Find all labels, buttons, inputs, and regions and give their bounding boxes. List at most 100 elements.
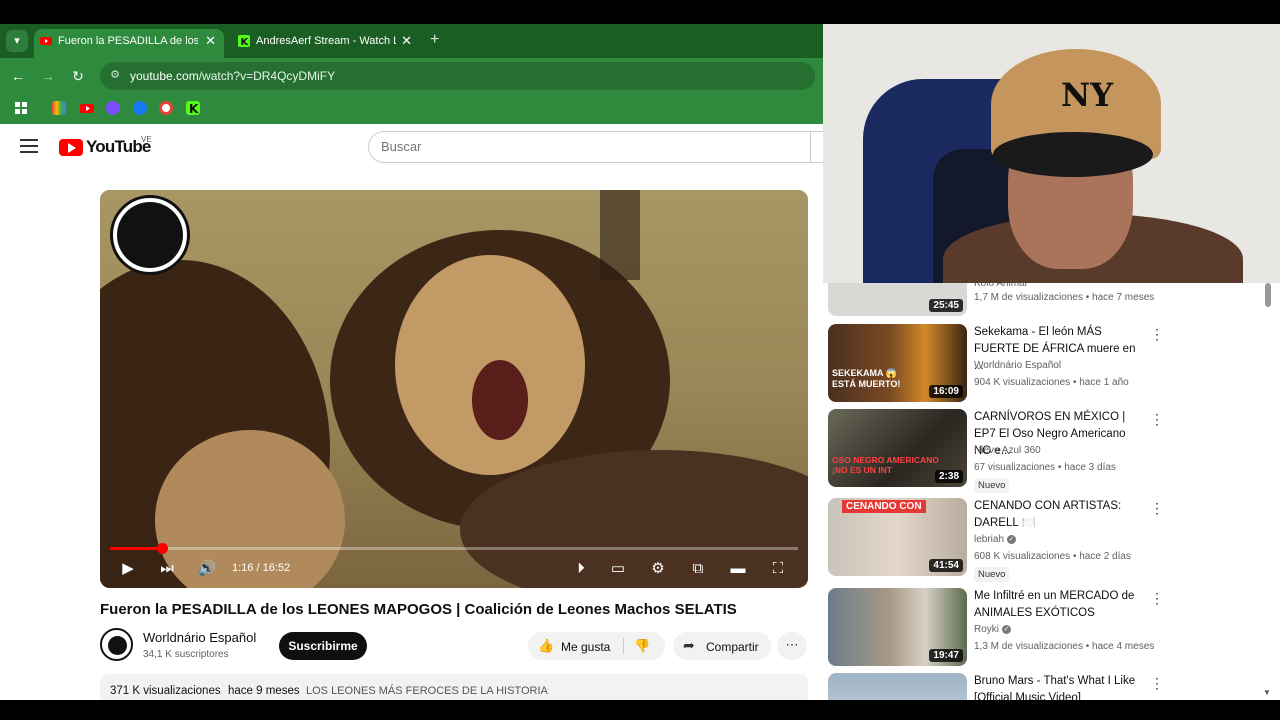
autoplay-toggle[interactable]: ⏵	[566, 558, 596, 580]
forward-arrow-icon[interactable]: →	[38, 66, 58, 86]
url-host: youtube.com	[130, 69, 199, 83]
svg-text:K: K	[189, 102, 199, 115]
play-icon[interactable]: ▶	[117, 558, 139, 580]
search-input[interactable]	[381, 139, 781, 154]
view-count: 371 K visualizaciones	[110, 685, 221, 697]
video-player[interactable]: ▶ ⏭ 🔊 1:16 / 16:52 ⏵ ▭ ⚙ ⧉ ▬ ⛶	[100, 190, 808, 588]
video-thumbnail[interactable]: OSO NEGRO AMERICANO ¡NO ES UN INT 2:38	[828, 409, 967, 487]
apps-grid-icon[interactable]	[14, 101, 28, 115]
progress-scrubber[interactable]	[156, 543, 168, 554]
video-stats: 904 K visualizaciones • hace 1 año	[974, 377, 1129, 388]
webcam-overlay: NY	[823, 24, 1280, 283]
channel-name[interactable]: Royki ✓	[974, 624, 1012, 635]
channel-name[interactable]: Worldnário Español	[974, 360, 1061, 371]
new-tab-button[interactable]: +	[430, 29, 439, 51]
kebab-menu-icon[interactable]: ⋮	[1150, 411, 1164, 428]
theater-mode-icon[interactable]: ▬	[727, 558, 749, 580]
miniplayer-icon[interactable]: ⧉	[687, 558, 709, 580]
like-divider	[623, 638, 624, 654]
list-item[interactable]: Bruno Mars - That's What I Like [Officia…	[828, 673, 1268, 700]
url-text[interactable]: youtube.com/watch?v=DR4QcyDMiFY	[130, 69, 335, 83]
publish-date: hace 9 meses	[228, 685, 300, 697]
youtube-bookmark-icon[interactable]	[80, 101, 94, 115]
thumbs-down-icon[interactable]: 👎	[634, 638, 650, 654]
thumbnail-text: SEKEKAMA 😱 ESTÁ MUERTO!	[832, 368, 901, 389]
kick-favicon-icon: K	[238, 35, 250, 47]
bookmarks-bar: K	[0, 94, 823, 124]
gmail-bookmark-icon[interactable]	[52, 101, 66, 115]
subscribe-button[interactable]: Suscribirme	[279, 632, 367, 660]
scroll-down-arrow-icon[interactable]: ▼	[1263, 688, 1271, 697]
share-arrow-icon: ➦	[683, 637, 695, 653]
tab-kick-stream[interactable]: K AndresAerf Stream - Watch Live ✕	[232, 29, 420, 58]
video-stats: 67 visualizaciones • hace 3 días	[974, 462, 1116, 473]
youtube-logo-icon[interactable]	[59, 139, 83, 156]
browser-toolbar: ← → ↻ ⚙ youtube.com/watch?v=DR4QcyDMiFY	[0, 58, 823, 94]
video-title[interactable]: Me Infiltré en un MERCADO de ANIMALES EX…	[974, 588, 1144, 622]
channel-name-text: lebriah	[974, 534, 1005, 545]
video-title[interactable]: Bruno Mars - That's What I Like [Officia…	[974, 673, 1144, 700]
search-box[interactable]	[368, 131, 823, 163]
fullscreen-icon[interactable]: ⛶	[767, 558, 789, 580]
next-icon[interactable]: ⏭	[156, 558, 178, 580]
volume-icon[interactable]: 🔊	[196, 558, 218, 580]
more-actions-icon[interactable]: ⋯	[777, 632, 807, 660]
close-tab-icon[interactable]: ✕	[205, 29, 216, 53]
twitch-bookmark-icon[interactable]	[106, 101, 120, 115]
cap-logo: NY	[1061, 76, 1114, 114]
close-tab-icon[interactable]: ✕	[401, 29, 412, 53]
thumbs-up-icon[interactable]: 👍	[538, 638, 554, 654]
share-button[interactable]: ➦ Compartir	[673, 632, 771, 660]
thumbnail-text: CENANDO CON	[842, 500, 926, 513]
video-thumbnail[interactable]: CENANDO CON 41:54	[828, 498, 967, 576]
settings-gear-icon[interactable]: ⚙	[647, 558, 669, 580]
verified-check-icon: ✓	[1002, 624, 1012, 634]
duration-badge: 16:09	[929, 385, 963, 398]
video-thumbnail[interactable]: SEKEKAMA 😱 ESTÁ MUERTO! 16:09	[828, 324, 967, 402]
progress-bar[interactable]	[110, 543, 798, 554]
kebab-menu-icon[interactable]: ⋮	[1150, 326, 1164, 343]
back-arrow-icon[interactable]: ←	[8, 66, 28, 86]
tab-youtube[interactable]: Fueron la PESADILLA de los LEONES ✕	[34, 29, 224, 58]
kebab-menu-icon[interactable]: ⋮	[1150, 675, 1164, 692]
video-stats: 608 K visualizaciones • hace 2 días	[974, 551, 1131, 562]
list-item[interactable]: CENANDO CON 41:54 CENANDO CON ARTISTAS: …	[828, 498, 1268, 582]
video-title[interactable]: CENANDO CON ARTISTAS: DARELL 🍽️	[974, 498, 1144, 532]
list-item[interactable]: OSO NEGRO AMERICANO ¡NO ES UN INT 2:38 C…	[828, 409, 1268, 493]
kebab-menu-icon[interactable]: ⋮	[1150, 500, 1164, 517]
channel-avatar[interactable]	[100, 628, 133, 661]
kick-bookmark-icon[interactable]: K	[186, 101, 200, 115]
channel-name[interactable]: Nieve Azul 360	[974, 445, 1041, 456]
google-bookmark-icon[interactable]	[159, 101, 173, 115]
top-letterbox	[0, 0, 1280, 24]
like-button[interactable]: Me gusta	[561, 640, 610, 654]
screen: ▾ Fueron la PESADILLA de los LEONES ✕ K …	[0, 0, 1280, 720]
hamburger-menu-icon[interactable]	[20, 139, 38, 155]
subscriber-count: 34,1 K suscriptores	[143, 649, 229, 660]
duration-badge: 41:54	[929, 559, 963, 572]
tab-label: AndresAerf Stream - Watch Live	[256, 35, 396, 47]
video-stats: 1,3 M de visualizaciones • hace 4 meses	[974, 641, 1155, 652]
address-bar[interactable]: ⚙ youtube.com/watch?v=DR4QcyDMiFY	[100, 62, 815, 90]
facebook-bookmark-icon[interactable]	[133, 101, 147, 115]
tab-search-icon[interactable]: ▾	[6, 30, 28, 52]
url-path: /watch?v=DR4QcyDMiFY	[198, 69, 336, 83]
channel-name[interactable]: Worldnário Español	[143, 630, 256, 645]
new-badge: Nuevo	[974, 567, 1010, 582]
subtitles-icon[interactable]: ▭	[607, 558, 629, 580]
channel-name[interactable]: lebriah ✓	[974, 534, 1017, 545]
duration-badge: 2:38	[934, 470, 963, 483]
list-item[interactable]: 19:47 Me Infiltré en un MERCADO de ANIMA…	[828, 588, 1268, 670]
svg-text:K: K	[241, 37, 250, 47]
description-tag[interactable]: LOS LEONES MÁS FEROCES DE LA HISTORIA	[306, 685, 548, 697]
site-info-icon[interactable]: ⚙	[108, 68, 122, 82]
video-thumbnail[interactable]: 19:47	[828, 588, 967, 666]
list-item[interactable]: SEKEKAMA 😱 ESTÁ MUERTO! 16:09 Sekekama -…	[828, 324, 1268, 406]
duration-badge: 19:47	[929, 649, 963, 662]
video-title: Fueron la PESADILLA de los LEONES MAPOGO…	[100, 601, 737, 618]
reload-icon[interactable]: ↻	[68, 66, 88, 86]
kebab-menu-icon[interactable]: ⋮	[1150, 590, 1164, 607]
sidebar-scrollbar[interactable]	[1265, 283, 1271, 307]
video-thumbnail[interactable]	[828, 673, 967, 700]
channel-watermark-logo	[110, 195, 190, 275]
